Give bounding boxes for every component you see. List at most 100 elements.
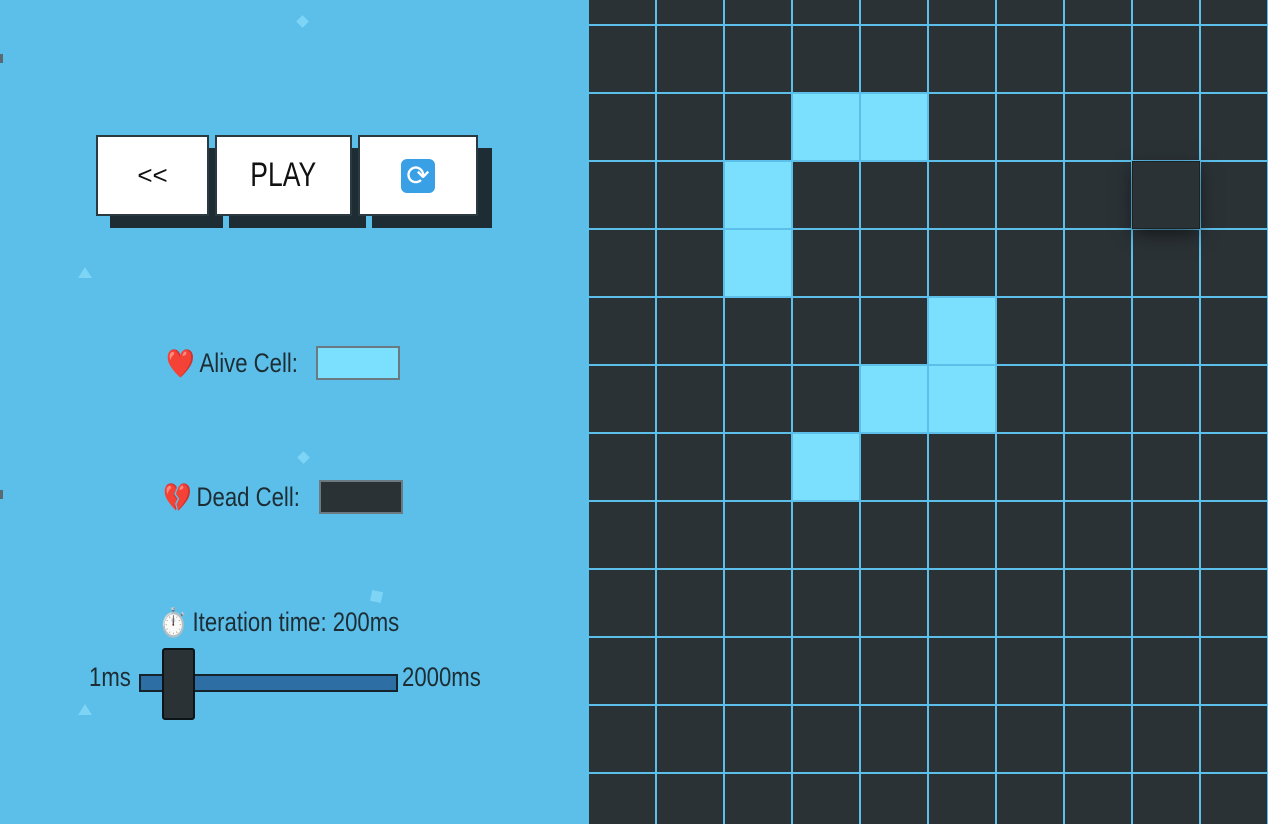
dead-cell[interactable] xyxy=(1065,298,1131,364)
dead-cell[interactable] xyxy=(1133,774,1199,824)
dead-cell[interactable] xyxy=(725,638,791,704)
dead-color-swatch[interactable] xyxy=(319,480,403,514)
dead-cell[interactable] xyxy=(997,26,1063,92)
dead-cell[interactable] xyxy=(1132,161,1200,229)
dead-cell[interactable] xyxy=(589,434,655,500)
dead-cell[interactable] xyxy=(1133,638,1199,704)
dead-cell[interactable] xyxy=(1201,94,1267,160)
dead-cell[interactable] xyxy=(725,502,791,568)
dead-cell[interactable] xyxy=(861,502,927,568)
dead-cell[interactable] xyxy=(725,0,791,24)
dead-cell[interactable] xyxy=(929,570,995,636)
dead-cell[interactable] xyxy=(793,502,859,568)
dead-cell[interactable] xyxy=(1133,366,1199,432)
dead-cell[interactable] xyxy=(589,366,655,432)
dead-cell[interactable] xyxy=(997,434,1063,500)
dead-cell[interactable] xyxy=(929,774,995,824)
dead-cell[interactable] xyxy=(861,638,927,704)
dead-cell[interactable] xyxy=(657,706,723,772)
alive-cell[interactable] xyxy=(929,298,995,364)
dead-cell[interactable] xyxy=(929,162,995,228)
dead-cell[interactable] xyxy=(725,298,791,364)
dead-cell[interactable] xyxy=(793,26,859,92)
dead-cell[interactable] xyxy=(997,366,1063,432)
dead-cell[interactable] xyxy=(861,162,927,228)
dead-cell[interactable] xyxy=(997,162,1063,228)
dead-cell[interactable] xyxy=(1065,570,1131,636)
game-board[interactable] xyxy=(589,0,1268,824)
dead-cell[interactable] xyxy=(725,706,791,772)
dead-cell[interactable] xyxy=(997,502,1063,568)
dead-cell[interactable] xyxy=(1201,230,1267,296)
dead-cell[interactable] xyxy=(929,26,995,92)
dead-cell[interactable] xyxy=(1133,502,1199,568)
dead-cell[interactable] xyxy=(657,26,723,92)
dead-cell[interactable] xyxy=(589,706,655,772)
dead-cell[interactable] xyxy=(1201,162,1267,228)
dead-cell[interactable] xyxy=(861,434,927,500)
dead-cell[interactable] xyxy=(861,0,927,24)
dead-cell[interactable] xyxy=(589,26,655,92)
dead-cell[interactable] xyxy=(1201,434,1267,500)
dead-cell[interactable] xyxy=(929,434,995,500)
dead-cell[interactable] xyxy=(1065,638,1131,704)
dead-cell[interactable] xyxy=(997,774,1063,824)
alive-cell[interactable] xyxy=(793,94,859,160)
dead-cell[interactable] xyxy=(793,366,859,432)
dead-cell[interactable] xyxy=(1201,706,1267,772)
dead-cell[interactable] xyxy=(1065,366,1131,432)
dead-cell[interactable] xyxy=(1133,298,1199,364)
dead-cell[interactable] xyxy=(1133,706,1199,772)
dead-cell[interactable] xyxy=(929,230,995,296)
dead-cell[interactable] xyxy=(929,502,995,568)
back-button[interactable]: << xyxy=(96,135,209,216)
dead-cell[interactable] xyxy=(1133,434,1199,500)
dead-cell[interactable] xyxy=(657,230,723,296)
play-button[interactable]: PLAY xyxy=(215,135,352,216)
dead-cell[interactable] xyxy=(793,638,859,704)
dead-cell[interactable] xyxy=(1065,0,1131,24)
alive-color-swatch[interactable] xyxy=(316,346,400,380)
dead-cell[interactable] xyxy=(725,94,791,160)
dead-cell[interactable] xyxy=(793,570,859,636)
dead-cell[interactable] xyxy=(861,230,927,296)
dead-cell[interactable] xyxy=(997,298,1063,364)
dead-cell[interactable] xyxy=(1133,94,1199,160)
dead-cell[interactable] xyxy=(793,162,859,228)
dead-cell[interactable] xyxy=(997,94,1063,160)
dead-cell[interactable] xyxy=(725,26,791,92)
dead-cell[interactable] xyxy=(589,502,655,568)
dead-cell[interactable] xyxy=(657,638,723,704)
dead-cell[interactable] xyxy=(1201,26,1267,92)
dead-cell[interactable] xyxy=(929,706,995,772)
dead-cell[interactable] xyxy=(1065,502,1131,568)
reset-button[interactable]: ⟳ xyxy=(358,135,478,216)
dead-cell[interactable] xyxy=(657,774,723,824)
dead-cell[interactable] xyxy=(1201,774,1267,824)
dead-cell[interactable] xyxy=(997,0,1063,24)
dead-cell[interactable] xyxy=(589,638,655,704)
dead-cell[interactable] xyxy=(997,570,1063,636)
dead-cell[interactable] xyxy=(725,434,791,500)
dead-cell[interactable] xyxy=(725,570,791,636)
dead-cell[interactable] xyxy=(793,298,859,364)
dead-cell[interactable] xyxy=(1133,570,1199,636)
dead-cell[interactable] xyxy=(861,298,927,364)
dead-cell[interactable] xyxy=(589,774,655,824)
alive-cell[interactable] xyxy=(725,230,791,296)
dead-cell[interactable] xyxy=(861,706,927,772)
alive-cell[interactable] xyxy=(861,366,927,432)
dead-cell[interactable] xyxy=(1201,502,1267,568)
alive-cell[interactable] xyxy=(793,434,859,500)
dead-cell[interactable] xyxy=(997,230,1063,296)
dead-cell[interactable] xyxy=(929,94,995,160)
dead-cell[interactable] xyxy=(1201,0,1267,24)
dead-cell[interactable] xyxy=(657,570,723,636)
dead-cell[interactable] xyxy=(1201,570,1267,636)
dead-cell[interactable] xyxy=(725,774,791,824)
dead-cell[interactable] xyxy=(1133,26,1199,92)
dead-cell[interactable] xyxy=(1065,230,1131,296)
alive-cell[interactable] xyxy=(725,162,791,228)
dead-cell[interactable] xyxy=(1065,706,1131,772)
dead-cell[interactable] xyxy=(1065,26,1131,92)
